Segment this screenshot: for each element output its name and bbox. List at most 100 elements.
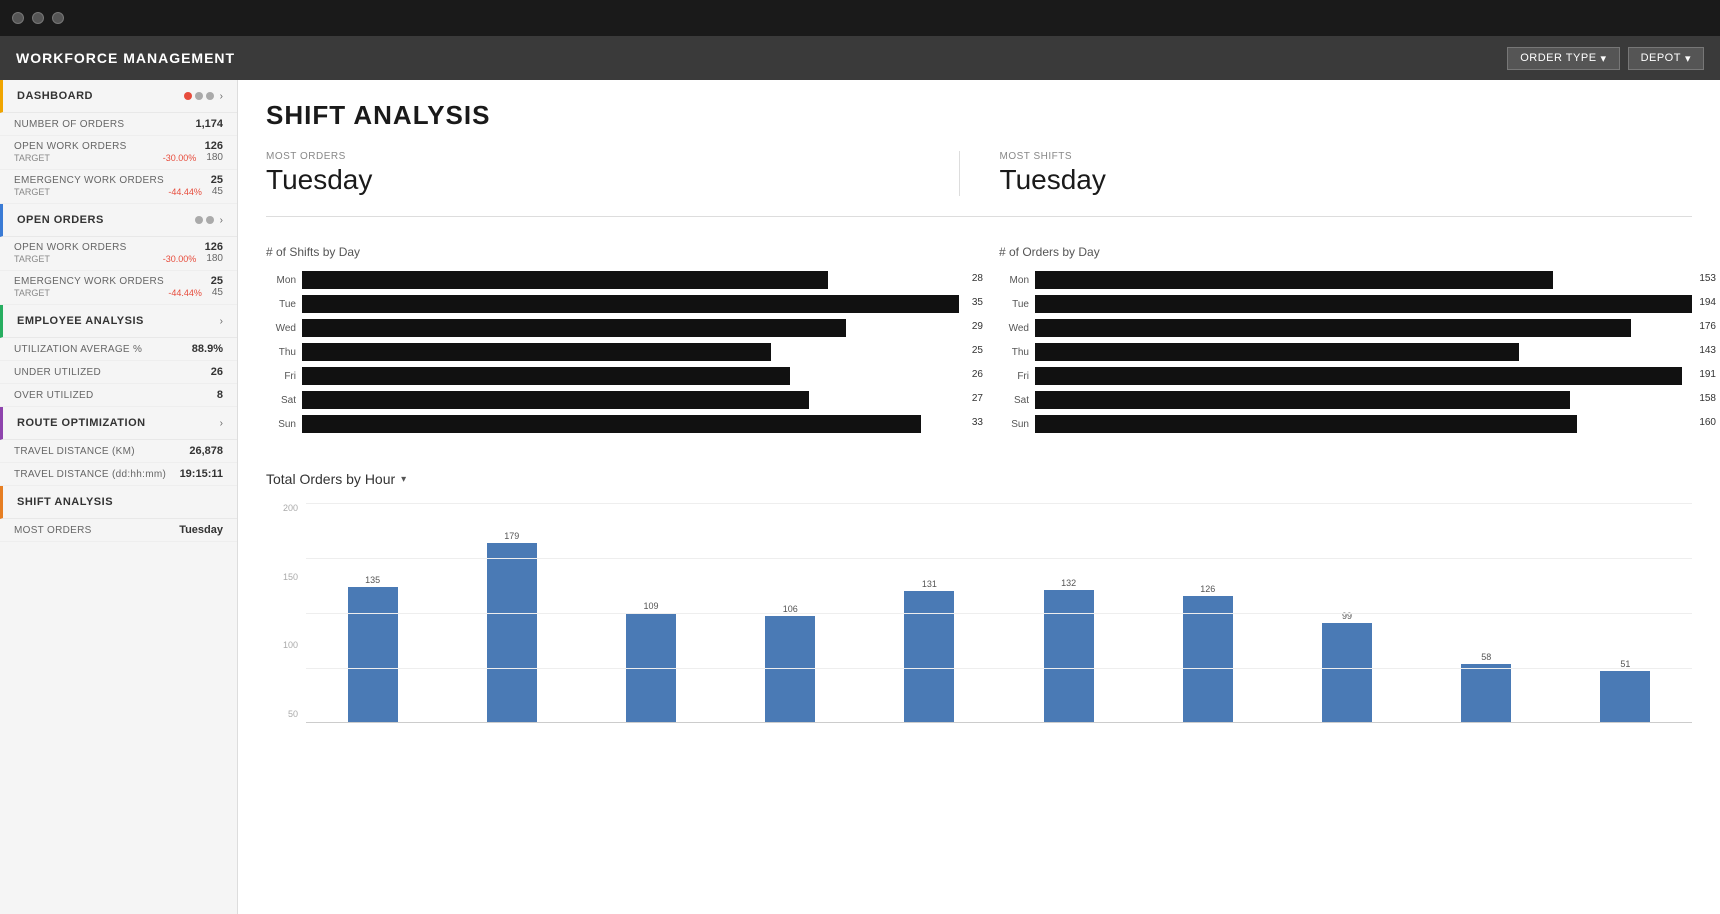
hbar-container: 191 <box>1035 367 1692 385</box>
hbar-container: 33 <box>302 415 959 433</box>
dot-gray-2 <box>206 92 214 100</box>
hbar-container: 143 <box>1035 343 1692 361</box>
vbar-fill <box>1044 590 1094 722</box>
vertical-bars-container: 135179109106131132126995851 <box>306 503 1692 723</box>
hbar-value: 158 <box>1699 393 1716 404</box>
header: WORKFORCE MANAGEMENT ORDER TYPE ▾ DEPOT … <box>0 36 1720 80</box>
hbar-row: Sat 27 <box>266 391 959 409</box>
hbar-row: Sun160 <box>999 415 1692 433</box>
hbar-label: Tue <box>999 299 1029 310</box>
window-circle-2[interactable] <box>32 12 44 24</box>
hbar-value: 29 <box>972 321 983 332</box>
hbar-container: 27 <box>302 391 959 409</box>
shifts-by-day-title: # of Shifts by Day <box>266 245 959 259</box>
employee-chevron: › <box>220 316 223 327</box>
hbar-value: 27 <box>972 393 983 404</box>
hbar-row: Mon28 <box>266 271 959 289</box>
hbar-container: 35 <box>302 295 959 313</box>
hbar-fill <box>1035 415 1577 433</box>
hbar-row: Fri26 <box>266 367 959 385</box>
hbar-container: 160 <box>1035 415 1692 433</box>
hbar-row: Wed 29 <box>266 319 959 337</box>
vbar-col: 106 <box>724 503 857 722</box>
hbar-row: Thu143 <box>999 343 1692 361</box>
y-axis: 200 150 100 50 <box>266 503 302 723</box>
stat-over-utilized: OVER UTILIZED 8 <box>0 384 237 407</box>
hbar-container: 158 <box>1035 391 1692 409</box>
window-circle-1[interactable] <box>12 12 24 24</box>
app-title: WORKFORCE MANAGEMENT <box>16 50 235 66</box>
hbar-fill <box>302 295 959 313</box>
vbar-num: 135 <box>365 575 380 585</box>
vbar-fill <box>487 543 537 722</box>
stat-most-orders: MOST ORDERS Tuesday <box>0 519 237 542</box>
dashboard-chevron: › <box>220 91 223 102</box>
window-circle-3[interactable] <box>52 12 64 24</box>
hbar-label: Thu <box>266 347 296 358</box>
hbar-fill <box>302 415 921 433</box>
hbar-fill <box>1035 343 1519 361</box>
hbar-label: Fri <box>266 371 296 382</box>
hbar-value: 25 <box>972 345 983 356</box>
page-title: SHIFT ANALYSIS <box>266 100 1692 131</box>
hbar-fill <box>302 343 771 361</box>
vbar-col: 51 <box>1559 503 1692 722</box>
vbar-num: 131 <box>922 579 937 589</box>
hbar-row: Tue 35 <box>266 295 959 313</box>
hbar-value: 176 <box>1699 321 1716 332</box>
hbar-row: Tue194 <box>999 295 1692 313</box>
hbar-value: 26 <box>972 369 983 380</box>
hbar-row: Sat158 <box>999 391 1692 409</box>
hbar-row: Mon153 <box>999 271 1692 289</box>
sidebar-route-optimization[interactable]: ROUTE OPTIMIZATION › <box>0 407 237 440</box>
vbar-fill <box>1600 671 1650 722</box>
sidebar-open-orders[interactable]: OPEN ORDERS › <box>0 204 237 237</box>
chart-area: 135179109106131132126995851 <box>306 503 1692 723</box>
stat-number-of-orders: NUMBER OF ORDERS 1,174 <box>0 113 237 136</box>
vbar-num: 99 <box>1342 611 1352 621</box>
hbar-fill <box>1035 295 1692 313</box>
hbar-container: 25 <box>302 343 959 361</box>
vbar-col: 135 <box>306 503 439 722</box>
orders-by-hour-header: Total Orders by Hour ▾ <box>266 471 1692 487</box>
stat-under-utilized: UNDER UTILIZED 26 <box>0 361 237 384</box>
most-shifts-card: MOST SHIFTS Tuesday <box>959 151 1693 196</box>
hbar-label: Mon <box>266 275 296 286</box>
vbar-col: 131 <box>863 503 996 722</box>
hbar-value: 153 <box>1699 273 1716 284</box>
sidebar-dashboard[interactable]: DASHBOARD › <box>0 80 237 113</box>
stat-utilization: UTILIZATION AVERAGE % 88.9% <box>0 338 237 361</box>
hbar-value: 35 <box>972 297 983 308</box>
hbar-label: Tue <box>266 299 296 310</box>
hbar-fill <box>302 319 846 337</box>
hbar-label: Sat <box>266 395 296 406</box>
vbar-num: 179 <box>504 531 519 541</box>
hbar-label: Fri <box>999 371 1029 382</box>
sidebar-employee-analysis[interactable]: EMPLOYEE ANALYSIS › <box>0 305 237 338</box>
orders-by-day-title: # of Orders by Day <box>999 245 1692 259</box>
shifts-by-day-chart: # of Shifts by Day Mon28 Tue 35 Wed 29 Thu 25 F… <box>266 245 959 439</box>
vbar-fill <box>904 591 954 722</box>
vbar-fill <box>1183 596 1233 722</box>
sidebar-shift-analysis[interactable]: SHIFT ANALYSIS <box>0 486 237 519</box>
depot-button[interactable]: DEPOT ▾ <box>1628 47 1704 70</box>
route-chevron: › <box>220 418 223 429</box>
hbar-fill <box>1035 271 1553 289</box>
orders-by-hour-dropdown-icon[interactable]: ▾ <box>401 474 406 485</box>
hbar-value: 160 <box>1699 417 1716 428</box>
hbar-row: Thu 25 <box>266 343 959 361</box>
hbar-container: 29 <box>302 319 959 337</box>
hbar-value: 143 <box>1699 345 1716 356</box>
hbar-container: 176 <box>1035 319 1692 337</box>
orders-bars-container: Mon153Tue194Wed176Thu143Fri191Sat158Sun1… <box>999 271 1692 433</box>
hbar-value: 194 <box>1699 297 1716 308</box>
hbar-fill <box>302 271 828 289</box>
stat-travel-distance-km: TRAVEL DISTANCE (KM) 26,878 <box>0 440 237 463</box>
hbar-label: Wed <box>266 323 296 334</box>
orders-by-day-chart: # of Orders by Day Mon153Tue194Wed176Thu… <box>999 245 1692 439</box>
order-type-button[interactable]: ORDER TYPE ▾ <box>1507 47 1619 70</box>
most-orders-card: MOST ORDERS Tuesday <box>266 151 959 196</box>
vbar-num: 106 <box>783 604 798 614</box>
hbar-container: 153 <box>1035 271 1692 289</box>
vbar-num: 126 <box>1200 584 1215 594</box>
